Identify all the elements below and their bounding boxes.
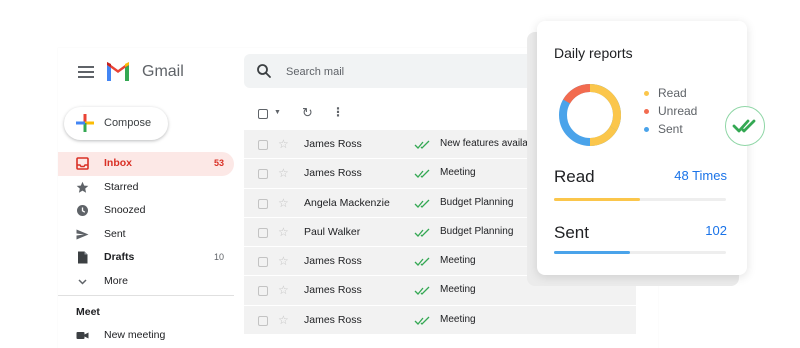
sidebar-item-label: Sent <box>104 227 126 240</box>
email-sender: James Ross <box>304 284 362 297</box>
row-checkbox[interactable] <box>258 315 268 326</box>
email-subject: Meeting <box>440 255 476 267</box>
sidebar-item-snoozed[interactable]: Snoozed <box>58 199 234 223</box>
row-checkbox[interactable] <box>258 198 268 209</box>
legend-item-sent: Sent <box>644 122 697 140</box>
email-row[interactable]: ☆ James Ross Meeting <box>244 305 636 336</box>
legend-item-read: Read <box>644 86 697 104</box>
sidebar-divider <box>58 295 234 296</box>
row-checkbox[interactable] <box>258 169 268 180</box>
select-all-checkbox[interactable] <box>258 109 268 119</box>
star-icon[interactable]: ☆ <box>278 276 289 305</box>
donut-chart <box>559 83 621 147</box>
more-options-icon[interactable]: ⋮ <box>332 105 344 119</box>
star-icon[interactable]: ☆ <box>278 130 289 159</box>
read-stat-label: Read <box>554 167 595 186</box>
email-subject: Budget Planning <box>440 225 514 237</box>
email-sender: James Ross <box>304 138 362 150</box>
meet-section-title: Meet <box>76 306 100 318</box>
double-check-icon <box>414 169 430 179</box>
inbox-count: 53 <box>213 158 224 168</box>
sent-progress-track <box>554 251 726 254</box>
row-checkbox[interactable] <box>258 257 268 268</box>
sidebar-item-label: Snoozed <box>104 204 146 216</box>
legend-item-unread: Unread <box>644 104 697 122</box>
plus-icon <box>76 114 94 132</box>
legend-dot <box>644 109 649 114</box>
refresh-icon[interactable]: ↻ <box>302 105 313 121</box>
card-title: Daily reports <box>554 45 633 61</box>
app-title: Gmail <box>142 63 184 80</box>
sidebar-item-inbox[interactable]: Inbox 53 <box>58 152 234 176</box>
email-sender: Paul Walker <box>304 225 361 238</box>
email-sender: James Ross <box>304 255 362 268</box>
sent-progress-fill <box>554 251 630 254</box>
video-camera-icon <box>76 332 89 339</box>
email-subject: Meeting <box>440 313 476 325</box>
sidebar-item-drafts[interactable]: Drafts 10 <box>58 246 234 270</box>
gmail-logo <box>107 62 129 81</box>
row-checkbox[interactable] <box>258 227 268 238</box>
sidebar-nav: Inbox 53 Starred Snoozed Sent Drafts 10 … <box>58 152 234 293</box>
new-meeting-label: New meeting <box>104 329 166 341</box>
email-subject: Budget Planning <box>440 196 514 208</box>
sidebar-item-more[interactable]: More <box>58 270 234 294</box>
star-icon[interactable]: ☆ <box>278 218 289 247</box>
send-icon <box>76 229 89 239</box>
row-checkbox[interactable] <box>258 286 268 297</box>
clock-icon <box>77 205 88 216</box>
new-meeting-link[interactable]: New meeting <box>58 324 234 346</box>
compose-label: Compose <box>104 117 152 129</box>
legend-label: Unread <box>658 104 698 118</box>
double-check-icon <box>414 287 430 296</box>
compose-button[interactable]: Compose <box>64 107 168 140</box>
double-check-icon <box>414 257 430 267</box>
sidebar-item-label: More <box>104 274 128 287</box>
star-icon[interactable]: ☆ <box>278 306 289 335</box>
email-sender: James Ross <box>304 167 362 180</box>
read-progress-track <box>554 198 726 201</box>
read-stat-value: 48 Times <box>674 168 727 183</box>
legend-label: Read <box>658 86 687 100</box>
daily-reports-card: Daily reports Read Unread Sent Read 48 T… <box>537 21 747 275</box>
email-subject: Meeting <box>440 167 476 179</box>
inbox-icon <box>76 157 89 170</box>
double-check-icon <box>414 199 430 208</box>
sidebar-item-label: Starred <box>104 180 139 193</box>
read-progress-fill <box>554 198 640 201</box>
legend-label: Sent <box>658 122 683 136</box>
chevron-down-icon <box>78 278 87 285</box>
sent-stat-label: Sent <box>554 223 589 242</box>
row-checkbox[interactable] <box>258 140 268 150</box>
double-check-icon <box>414 316 430 325</box>
email-sender: James Ross <box>304 313 362 326</box>
double-check-icon <box>732 119 756 133</box>
email-sender: Angela Mackenzie <box>304 196 390 209</box>
sidebar-item-sent[interactable]: Sent <box>58 223 234 247</box>
legend-dot <box>644 127 649 132</box>
select-caret-icon[interactable]: ▼ <box>274 109 281 116</box>
sidebar-item-label: Drafts <box>104 251 135 263</box>
email-subject: Meeting <box>440 284 476 296</box>
email-subject: New features available <box>440 138 542 149</box>
search-icon[interactable] <box>256 63 272 79</box>
star-icon[interactable]: ☆ <box>278 159 289 188</box>
double-check-icon <box>414 228 430 237</box>
chart-legend: Read Unread Sent <box>644 86 697 140</box>
legend-dot <box>644 91 649 96</box>
star-icon[interactable]: ☆ <box>278 247 289 276</box>
draft-icon <box>78 251 88 264</box>
double-check-icon <box>414 140 430 149</box>
star-icon <box>76 181 89 193</box>
star-icon[interactable]: ☆ <box>278 189 289 218</box>
main-menu-icon[interactable] <box>78 66 94 78</box>
drafts-count: 10 <box>213 252 224 262</box>
sent-stat-value: 102 <box>705 223 727 238</box>
sidebar-item-starred[interactable]: Starred <box>58 176 234 200</box>
sidebar-item-label: Inbox <box>104 157 132 169</box>
double-check-badge <box>725 106 765 146</box>
